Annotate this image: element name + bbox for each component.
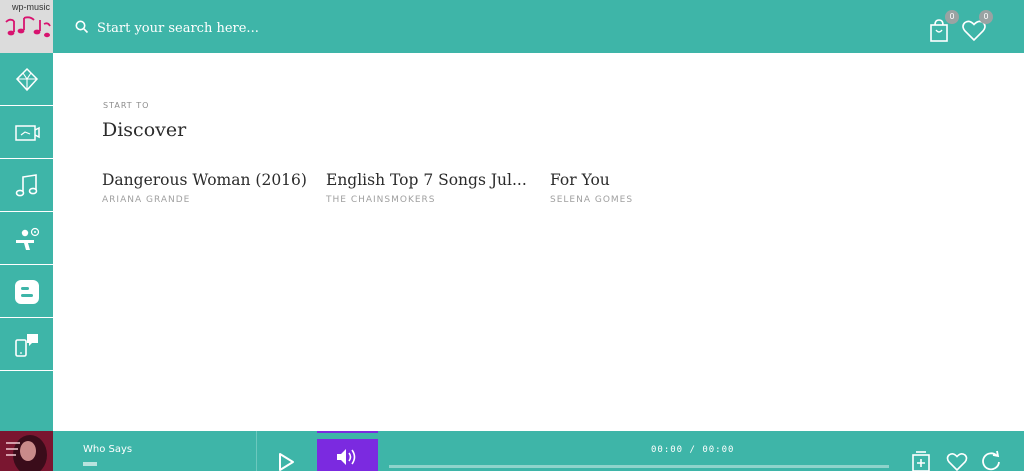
sidebar-item-dj[interactable] bbox=[0, 212, 53, 265]
wishlist-button[interactable]: 0 bbox=[961, 10, 993, 44]
progress-bar[interactable] bbox=[389, 465, 889, 468]
logo[interactable]: wp-music bbox=[0, 0, 53, 53]
diamond-icon bbox=[15, 67, 39, 92]
blogger-icon bbox=[15, 280, 39, 304]
video-icon bbox=[15, 125, 40, 141]
album-card[interactable]: For You SELENA GOMES bbox=[550, 171, 760, 205]
album-artist[interactable]: SELENA GOMES bbox=[550, 195, 760, 205]
album-card[interactable]: Dangerous Woman (2016) ARIANA GRANDE bbox=[102, 171, 312, 205]
album-artist[interactable]: ARIANA GRANDE bbox=[102, 195, 312, 205]
heart-icon bbox=[946, 453, 968, 471]
wishlist-count-badge: 0 bbox=[979, 10, 993, 24]
track-cover-image[interactable] bbox=[0, 431, 53, 471]
repeat-icon bbox=[982, 450, 1000, 471]
sidebar-nav bbox=[0, 53, 53, 431]
like-button[interactable] bbox=[946, 450, 968, 471]
add-to-playlist-button[interactable] bbox=[910, 450, 932, 471]
top-header: 0 0 bbox=[53, 0, 1024, 53]
play-icon bbox=[279, 453, 294, 471]
sidebar-item-music[interactable] bbox=[0, 159, 53, 212]
album-title[interactable]: Dangerous Woman (2016) bbox=[102, 171, 312, 189]
playlist-add-icon bbox=[912, 451, 930, 471]
time-display: 00:00 / 00:00 bbox=[651, 445, 735, 455]
search-icon[interactable] bbox=[75, 20, 89, 34]
music-notes-logo-icon bbox=[5, 16, 51, 38]
sidebar-item-blog[interactable] bbox=[0, 265, 53, 318]
album-art-image bbox=[0, 431, 53, 471]
track-artist-placeholder bbox=[83, 462, 97, 466]
album-card[interactable]: English Top 7 Songs Jul... THE CHAINSMOK… bbox=[326, 171, 536, 205]
search-input[interactable] bbox=[97, 14, 597, 42]
play-button[interactable] bbox=[275, 451, 297, 471]
sidebar-item-video[interactable] bbox=[0, 106, 53, 159]
main-content: START TO Discover Dangerous Woman (2016)… bbox=[53, 53, 1024, 431]
mobile-chat-icon bbox=[15, 334, 38, 357]
repeat-button[interactable] bbox=[980, 450, 1002, 471]
divider bbox=[256, 431, 257, 471]
section-kicker: START TO bbox=[103, 101, 150, 110]
track-title: Who Says bbox=[83, 444, 133, 455]
sidebar-item-diamond[interactable] bbox=[0, 53, 53, 106]
dj-icon bbox=[16, 227, 40, 250]
album-artist[interactable]: THE CHAINSMOKERS bbox=[326, 195, 536, 205]
player-bar: Who Says 00:00 / 00:00 bbox=[0, 431, 1024, 471]
cart-button[interactable]: 0 bbox=[927, 10, 959, 44]
page-title: Discover bbox=[102, 119, 187, 141]
volume-level-line bbox=[317, 431, 378, 433]
album-title[interactable]: English Top 7 Songs Jul... bbox=[326, 171, 536, 189]
album-title[interactable]: For You bbox=[550, 171, 760, 189]
cart-count-badge: 0 bbox=[945, 10, 959, 24]
sidebar-item-mobile[interactable] bbox=[0, 318, 53, 371]
volume-icon bbox=[337, 449, 356, 465]
music-note-icon bbox=[15, 174, 38, 197]
volume-button[interactable] bbox=[317, 439, 378, 471]
